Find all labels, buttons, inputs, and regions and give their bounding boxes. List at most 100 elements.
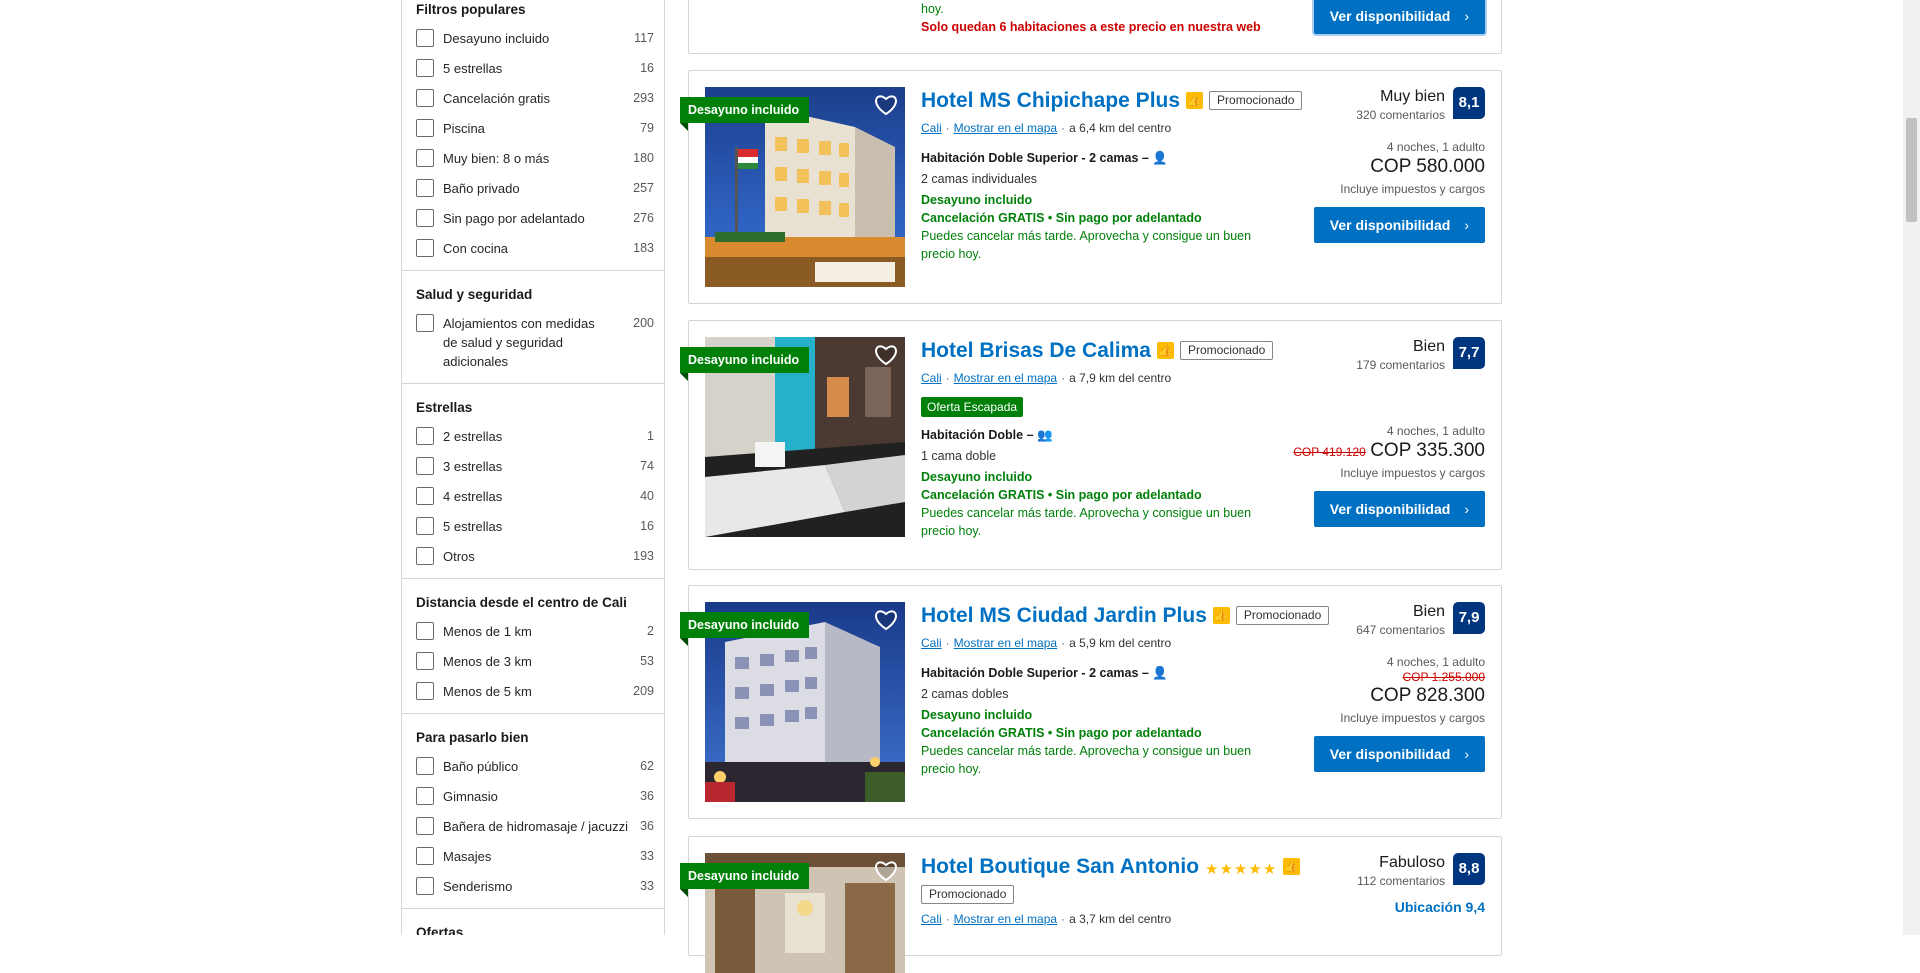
filter-option[interactable]: Bañera de hidromasaje / jacuzzi 36 — [416, 817, 654, 836]
hotel-card-partial: hoy. Solo quedan 6 habitaciones a este p… — [688, 0, 1502, 54]
taxes-note: Incluye impuestos y cargos — [1340, 182, 1485, 196]
person-icon: 👤 — [1152, 666, 1168, 680]
city-link[interactable]: Cali — [921, 636, 942, 650]
filter-option[interactable]: Masajes 33 — [416, 847, 654, 866]
checkbox[interactable] — [416, 652, 434, 670]
stay-info: 4 noches, 1 adulto — [1386, 424, 1485, 438]
checkbox[interactable] — [416, 787, 434, 805]
availability-button[interactable]: Ver disponibilidad › — [1313, 736, 1485, 772]
review-score: 8,1 — [1453, 87, 1485, 119]
taxes-note: Incluye impuestos y cargos — [1340, 466, 1485, 480]
taxes-note: Incluye impuestos y cargos — [1340, 711, 1485, 725]
map-link[interactable]: Mostrar en el mapa — [954, 912, 1057, 926]
filter-option[interactable]: Menos de 1 km 2 — [416, 622, 654, 641]
filter-group-health: Salud y seguridad Alojamientos con medid… — [402, 271, 664, 384]
checkbox[interactable] — [416, 847, 434, 865]
old-price: COP 419.120 — [1293, 445, 1366, 459]
thumbs-up-icon: 👍 — [1186, 92, 1204, 110]
filter-option[interactable]: Sin pago por adelantado 276 — [416, 209, 654, 228]
scrollbar-thumb[interactable] — [1906, 118, 1917, 222]
heart-icon[interactable] — [873, 343, 899, 367]
filter-option[interactable]: Desayuno incluido 117 — [416, 29, 654, 48]
checkbox[interactable] — [416, 119, 434, 137]
review-summary[interactable]: Bien 647 comentarios 7,9 — [1225, 602, 1485, 638]
map-link[interactable]: Mostrar en el mapa — [954, 371, 1057, 385]
checkbox[interactable] — [416, 757, 434, 775]
thumbs-up-icon: 👍 — [1156, 342, 1174, 360]
old-price: COP 1.255.000 — [1402, 670, 1485, 684]
filter-option[interactable]: 4 estrellas 40 — [416, 487, 654, 506]
availability-button[interactable]: Ver disponibilidad › — [1313, 207, 1485, 243]
breakfast-ribbon: Desayuno incluido — [680, 347, 810, 381]
map-link[interactable]: Mostrar en el mapa — [954, 121, 1057, 135]
filter-option[interactable]: Otros 193 — [416, 547, 654, 566]
checkbox[interactable] — [416, 29, 434, 47]
checkbox[interactable] — [416, 314, 434, 332]
price-block: Bien 179 comentarios 7,7 4 noches, 1 adul… — [1225, 337, 1485, 527]
person-icon: 👤 — [1152, 151, 1168, 165]
filter-option[interactable]: Piscina 79 — [416, 119, 654, 138]
filter-option[interactable]: Menos de 3 km 53 — [416, 652, 654, 671]
filter-option[interactable]: Menos de 5 km 209 — [416, 682, 654, 701]
availability-button[interactable]: Ver disponibilidad › — [1313, 0, 1485, 34]
filters-sidebar: Filtros populares Desayuno incluido 117 5… — [401, 0, 665, 935]
checkbox[interactable] — [416, 149, 434, 167]
filter-option[interactable]: Muy bien: 8 o más 180 — [416, 149, 654, 168]
filter-option[interactable]: Con cocina 183 — [416, 239, 654, 258]
city-link[interactable]: Cali — [921, 371, 942, 385]
filter-option[interactable]: 2 estrellas 1 — [416, 427, 654, 446]
checkbox[interactable] — [416, 209, 434, 227]
filter-option[interactable]: 3 estrellas 74 — [416, 457, 654, 476]
filter-option[interactable]: Alojamientos con medidas de salud y segu… — [416, 314, 654, 371]
price: COP 580.000 — [1370, 156, 1485, 177]
filter-option[interactable]: 5 estrellas 16 — [416, 517, 654, 536]
filter-option[interactable]: Senderismo 33 — [416, 877, 654, 896]
scarcity-message: Solo quedan 6 habitaciones a este precio… — [921, 20, 1261, 34]
city-link[interactable]: Cali — [921, 121, 942, 135]
hotel-name[interactable]: Hotel Brisas De Calima — [921, 337, 1151, 365]
checkbox[interactable] — [416, 179, 434, 197]
filter-group-distance: Distancia desde el centro de Cali Menos … — [402, 579, 664, 714]
hotel-name[interactable]: Hotel Boutique San Antonio — [921, 853, 1199, 881]
page-scrollbar[interactable] — [1903, 0, 1920, 935]
checkbox[interactable] — [416, 59, 434, 77]
filter-group-popular: Filtros populares Desayuno incluido 117 5… — [402, 0, 664, 271]
hotel-card: Desayuno incluido Hotel MS Ciudad Jardin… — [680, 585, 1502, 819]
checkbox[interactable] — [416, 427, 434, 445]
checkbox[interactable] — [416, 89, 434, 107]
filter-group-title: Ofertas — [416, 925, 464, 935]
checkbox[interactable] — [416, 622, 434, 640]
checkbox[interactable] — [416, 817, 434, 835]
checkbox[interactable] — [416, 517, 434, 535]
price-block: Fabuloso 112 comentarios 8,8 Ubicación 9,… — [1225, 853, 1485, 915]
filter-option[interactable]: Cancelación gratis 293 — [416, 89, 654, 108]
heart-icon[interactable] — [873, 608, 899, 632]
filter-group-title: Para pasarlo bien — [416, 730, 529, 745]
breakfast-ribbon: Desayuno incluido — [680, 612, 810, 646]
review-score: 7,7 — [1453, 337, 1485, 369]
checkbox[interactable] — [416, 239, 434, 257]
hotel-name[interactable]: Hotel MS Ciudad Jardin Plus — [921, 602, 1207, 630]
city-link[interactable]: Cali — [921, 912, 942, 926]
filter-option[interactable]: Gimnasio 36 — [416, 787, 654, 806]
filter-option[interactable]: Baño público 62 — [416, 757, 654, 776]
heart-icon[interactable] — [873, 859, 899, 883]
review-summary[interactable]: Muy bien 320 comentarios 8,1 — [1225, 87, 1485, 123]
heart-icon[interactable] — [873, 93, 899, 117]
price-block: Bien 647 comentarios 7,9 4 noches, 1 adul… — [1225, 602, 1485, 772]
review-summary[interactable]: Bien 179 comentarios 7,7 — [1225, 337, 1485, 373]
filter-option[interactable]: 5 estrellas 16 — [416, 59, 654, 78]
checkbox[interactable] — [416, 547, 434, 565]
hotel-name[interactable]: Hotel MS Chipichape Plus — [921, 87, 1180, 115]
two-persons-icon: 👥 — [1037, 428, 1053, 442]
map-link[interactable]: Mostrar en el mapa — [954, 636, 1057, 650]
filter-option[interactable]: Baño privado 257 — [416, 179, 654, 198]
availability-button[interactable]: Ver disponibilidad › — [1313, 491, 1485, 527]
checkbox[interactable] — [416, 682, 434, 700]
checkbox[interactable] — [416, 877, 434, 895]
price-line: COP 419.120 COP 335.300 — [1225, 439, 1485, 463]
stay-info: 4 noches, 1 adulto — [1386, 140, 1485, 154]
checkbox[interactable] — [416, 487, 434, 505]
checkbox[interactable] — [416, 457, 434, 475]
review-summary[interactable]: Fabuloso 112 comentarios 8,8 — [1225, 853, 1485, 889]
